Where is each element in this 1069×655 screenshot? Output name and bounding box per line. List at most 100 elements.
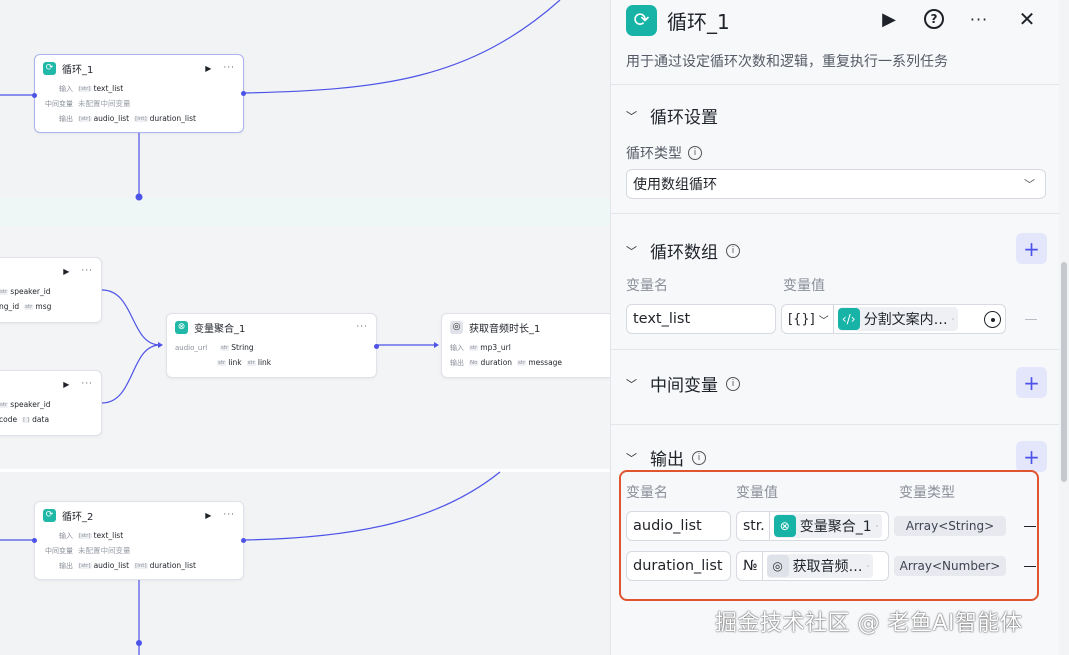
output-label: 输出 xyxy=(59,561,73,570)
more-icon[interactable]: ··· xyxy=(356,322,368,332)
output-value: duration xyxy=(480,358,513,367)
output-value: duration_list xyxy=(149,561,196,570)
workflow-canvas[interactable]: ⟳ 循环_1 ▶ ··· 输入 [str] text_list 中间变量 未配置中间变… xyxy=(0,0,610,655)
help-icon[interactable]: ? xyxy=(924,9,944,29)
array-type-icon: [{}] xyxy=(788,311,815,327)
col-header-value: 变量值 xyxy=(783,278,825,294)
output-type-badge: Array<Number> xyxy=(894,556,1006,576)
output-value: audio_list xyxy=(93,114,130,123)
ref-label: 变量聚合_1 xyxy=(799,519,872,535)
output-value: duration_list xyxy=(149,114,196,123)
chevron-down-icon: ﹀ xyxy=(818,315,829,327)
wire-loop1-out xyxy=(243,0,561,94)
loop-array-name-input[interactable]: text_list xyxy=(626,304,776,334)
col-header-name: 变量名 xyxy=(626,485,668,501)
close-icon[interactable]: ✕ xyxy=(1014,6,1040,32)
chevron-down-icon[interactable]: ﹀ xyxy=(626,376,638,392)
mid-value: 未配置中间变量 xyxy=(78,546,131,555)
panel-title[interactable]: 循环_1 xyxy=(667,6,730,35)
section-loop-settings[interactable]: ﹀ 循环设置 xyxy=(626,103,718,128)
section-mid-vars[interactable]: ﹀ 中间变量 i xyxy=(626,371,740,396)
section-title: 循环设置 xyxy=(650,108,718,128)
play-icon[interactable]: ▶ xyxy=(205,64,211,73)
add-mid-var-button[interactable]: + xyxy=(1016,367,1047,398)
more-icon[interactable]: ··· xyxy=(223,63,235,73)
more-icon[interactable]: ··· xyxy=(223,510,235,520)
port-out[interactable] xyxy=(374,344,379,349)
port-loop1-body xyxy=(135,193,143,201)
field-value: speaker_id xyxy=(10,400,51,409)
port-in[interactable] xyxy=(32,93,37,98)
input-label: audio_url xyxy=(175,343,208,352)
ref-label: 分割文案内… xyxy=(863,312,948,328)
variable-ref-chip[interactable]: ‹/› 分割文案内… · xyxy=(837,307,959,331)
port-out[interactable] xyxy=(241,538,246,543)
variable-aggregate-node[interactable]: ⊗ 变量聚合_1 ··· audio_url str String str link s… xyxy=(166,313,379,378)
type-tag: No xyxy=(469,359,479,366)
variable-ref-chip[interactable]: ⊗ 变量聚合_1 · xyxy=(773,514,883,538)
field-value: speaker_id xyxy=(10,287,51,296)
loop-icon: ⟳ xyxy=(626,4,657,36)
info-icon[interactable]: i xyxy=(688,146,702,160)
type-tag: [str] xyxy=(78,562,92,569)
select-value: 使用数组循环 xyxy=(633,177,717,193)
loop-icon: ⟳ xyxy=(43,61,56,75)
remove-row-button[interactable] xyxy=(1024,526,1036,527)
output-name-input[interactable]: duration_list xyxy=(626,551,731,581)
scrollbar-thumb[interactable] xyxy=(1061,262,1067,482)
plugin-icon: ◎ xyxy=(450,320,463,334)
partial-node-a[interactable]: ▶ ··· str speaker_id ng_id str msg xyxy=(0,257,102,323)
loop2-node[interactable]: ⟳ 循环_2 ▶ ··· 输入 [str] text_list 中间变量 未配置中间变… xyxy=(32,501,246,580)
output-value-field[interactable]: № ◎ 获取音频… · xyxy=(736,551,889,581)
panel-description: 用于通过设定循环次数和逻辑，重复执行一系列任务 xyxy=(626,54,948,70)
ref-label: 获取音频… xyxy=(792,559,863,575)
output-name-input[interactable]: audio_list xyxy=(626,511,731,541)
aggregate-icon: ⊗ xyxy=(773,515,796,537)
port-out[interactable] xyxy=(241,91,246,96)
play-icon[interactable]: ▶ xyxy=(63,267,69,276)
info-icon[interactable]: i xyxy=(726,243,740,258)
output-label: 输出 xyxy=(450,358,464,367)
output-value-field[interactable]: str. ⊗ 变量聚合_1 · xyxy=(736,511,889,541)
loop-array-value-field[interactable]: [{}] ﹀ ‹/› 分割文案内… · xyxy=(781,304,1006,334)
play-icon[interactable]: ▶ xyxy=(876,6,902,32)
info-icon[interactable]: i xyxy=(692,450,706,465)
panel-scrollbar[interactable] xyxy=(1059,0,1069,655)
loop-type-select[interactable]: 使用数组循环 ﹀ xyxy=(626,169,1046,199)
chevron-down-icon[interactable]: ﹀ xyxy=(626,450,638,466)
info-icon[interactable]: i xyxy=(726,376,740,391)
chevron-down-icon[interactable]: ﹀ xyxy=(626,243,638,259)
col-header-name: 变量名 xyxy=(626,278,668,294)
add-loop-array-button[interactable]: + xyxy=(1016,233,1047,264)
output-value: message xyxy=(528,358,563,367)
input-label: 输入 xyxy=(450,343,464,352)
type-select[interactable]: [{}] ﹀ xyxy=(782,305,834,333)
input-label: 输入 xyxy=(59,531,73,540)
variable-ref-chip[interactable]: ◎ 获取音频… · xyxy=(766,554,874,578)
play-icon[interactable]: ▶ xyxy=(205,511,211,520)
partial-node-b[interactable]: ▶ ··· str speaker_id code [ ] data xyxy=(0,370,102,436)
str-type-icon: str. xyxy=(737,512,770,540)
output-value: link xyxy=(257,358,272,367)
remove-row-button[interactable] xyxy=(1025,319,1037,320)
chevron-down-icon[interactable]: ﹀ xyxy=(626,108,638,124)
col-header-type: 变量类型 xyxy=(899,485,955,501)
play-icon[interactable]: ▶ xyxy=(63,380,69,389)
type-tag: str xyxy=(217,359,227,366)
remove-row-button[interactable] xyxy=(1024,566,1036,567)
audio-duration-node[interactable]: ◎ 获取音频时长_1 输入 str mp3_url 输出 No duration str m… xyxy=(441,313,610,378)
section-loop-array[interactable]: ﹀ 循环数组 i xyxy=(626,238,740,263)
add-output-button[interactable]: + xyxy=(1016,441,1047,472)
field-label-text: 循环类型 xyxy=(626,146,682,162)
mid-value: 未配置中间变量 xyxy=(78,99,131,108)
watermark-text: 掘金技术社区 @ 老鱼AI智能体 xyxy=(715,611,1023,636)
type-tag: [int] xyxy=(134,562,148,569)
more-icon[interactable]: ··· xyxy=(966,6,992,32)
section-output[interactable]: ﹀ 输出 i xyxy=(626,445,706,470)
target-icon[interactable] xyxy=(984,311,1001,328)
more-icon[interactable]: ··· xyxy=(81,266,93,276)
loop1-node[interactable]: ⟳ 循环_1 ▶ ··· 输入 [str] text_list 中间变量 未配置中间变… xyxy=(32,54,246,133)
port-in[interactable] xyxy=(32,538,37,543)
section-title: 中间变量 xyxy=(650,376,718,396)
more-icon[interactable]: ··· xyxy=(81,379,93,389)
